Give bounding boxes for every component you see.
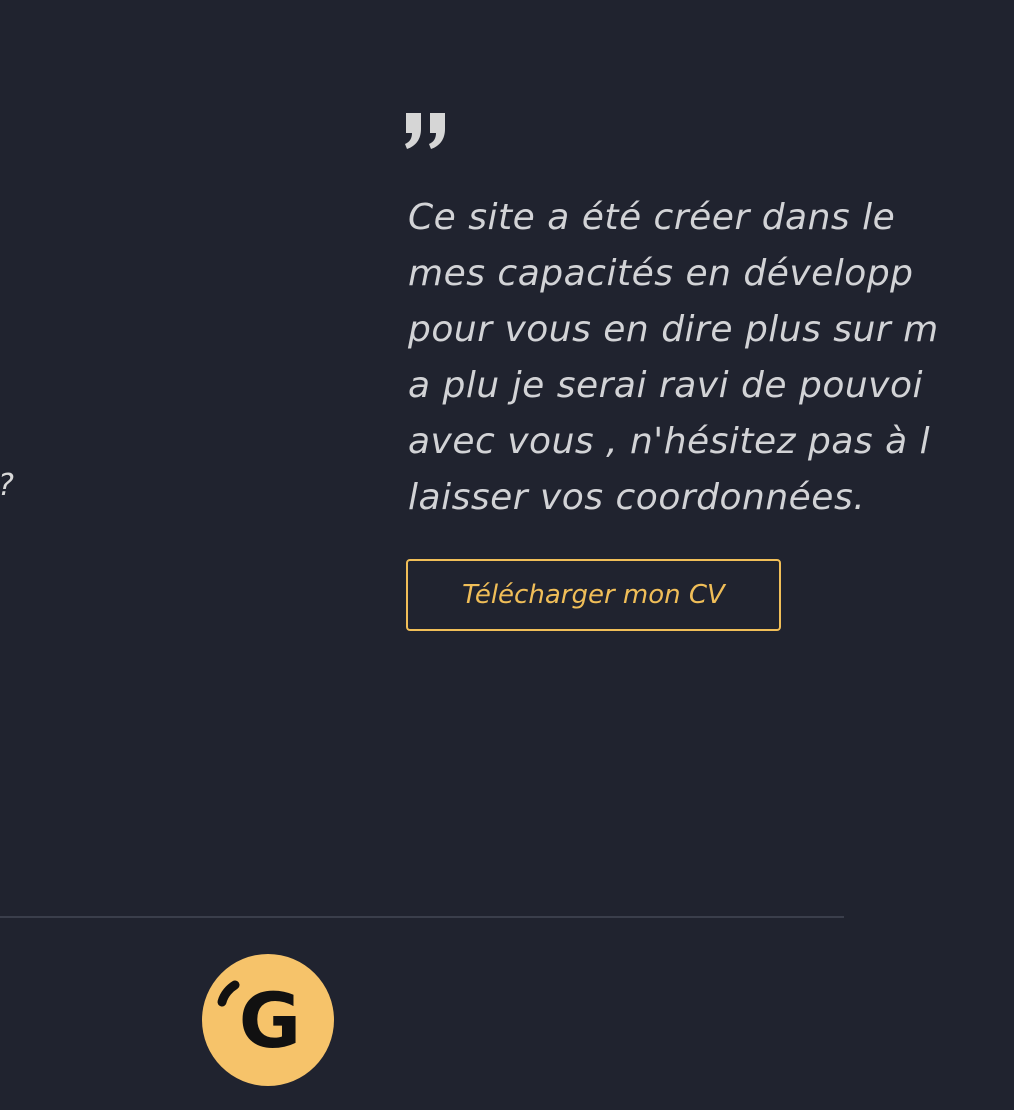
logo-letter: G	[239, 976, 301, 1065]
logo-g-icon[interactable]: G	[202, 954, 334, 1086]
quote-line: laisser vos coordonnées.	[408, 477, 866, 518]
quote-line: Ce site a été créer dans le	[408, 197, 896, 238]
quote-line: a plu je serai ravi de pouvoi	[408, 365, 924, 406]
quote-line: avec vous , n'hésitez pas à l	[408, 421, 931, 462]
closing-quote-icon	[405, 113, 445, 149]
left-text-fragment: ?	[0, 468, 14, 503]
download-cv-button[interactable]: Télécharger mon CV	[406, 559, 781, 631]
page: ? Ce site a été créer dans le mes capaci…	[0, 0, 1014, 1110]
quote-line: mes capacités en développ	[408, 253, 914, 294]
quote-line: pour vous en dire plus sur m	[408, 309, 939, 350]
footer-divider	[0, 916, 844, 918]
intro-quote: Ce site a été créer dans le mes capacité…	[408, 190, 1014, 526]
